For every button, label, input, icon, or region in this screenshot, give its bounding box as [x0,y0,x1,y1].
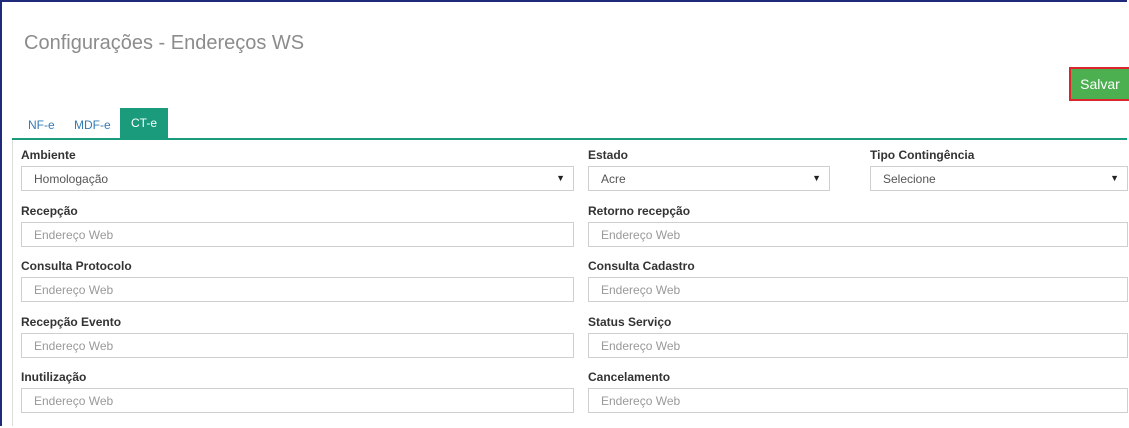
tab-cte[interactable]: CT-e [120,108,168,138]
tab-mdfe[interactable]: MDF-e [64,112,121,138]
page-title: Configurações - Endereços WS [24,32,305,54]
tab-nfe[interactable]: NF-e [18,112,65,138]
recepcao-evento-label: Recepção Evento [21,315,122,329]
ambiente-select[interactable]: Homologação ▼ [21,166,574,191]
tipo-contingencia-select[interactable]: Selecione ▼ [870,166,1128,191]
consulta-protocolo-input[interactable]: Endereço Web [21,277,574,302]
ambiente-value: Homologação [34,171,109,186]
recepcao-evento-input[interactable]: Endereço Web [21,333,574,358]
inutilizacao-label: Inutilização [21,370,87,384]
consulta-cadastro-label: Consulta Cadastro [588,259,695,273]
recepcao-input[interactable]: Endereço Web [21,222,574,247]
tipo-contingencia-value: Selecione [883,171,936,186]
status-servico-label: Status Serviço [588,315,672,329]
caret-down-icon: ▼ [556,173,565,183]
recepcao-label: Recepção [21,204,78,218]
status-servico-input[interactable]: Endereço Web [588,333,1128,358]
estado-select[interactable]: Acre ▼ [588,166,830,191]
caret-down-icon: ▼ [1110,173,1119,183]
save-button[interactable]: Salvar [1069,67,1129,101]
estado-value: Acre [601,171,626,186]
tab-bar: NF-e MDF-e CT-e [12,108,1127,140]
ambiente-label: Ambiente [21,148,76,162]
cancelamento-label: Cancelamento [588,370,671,384]
consulta-cadastro-input[interactable]: Endereço Web [588,277,1128,302]
estado-label: Estado [588,148,629,162]
window-frame: Configurações - Endereços WS Salvar NF-e… [0,0,1129,426]
retorno-recepcao-label: Retorno recepção [588,204,691,218]
cancelamento-input[interactable]: Endereço Web [588,388,1128,413]
tipo-contingencia-label: Tipo Contingência [870,148,975,162]
caret-down-icon: ▼ [812,173,821,183]
form-panel: Ambiente Homologação ▼ Estado Acre ▼ Tip… [12,140,1128,426]
retorno-recepcao-input[interactable]: Endereço Web [588,222,1128,247]
inutilizacao-input[interactable]: Endereço Web [21,388,574,413]
consulta-protocolo-label: Consulta Protocolo [21,259,132,273]
